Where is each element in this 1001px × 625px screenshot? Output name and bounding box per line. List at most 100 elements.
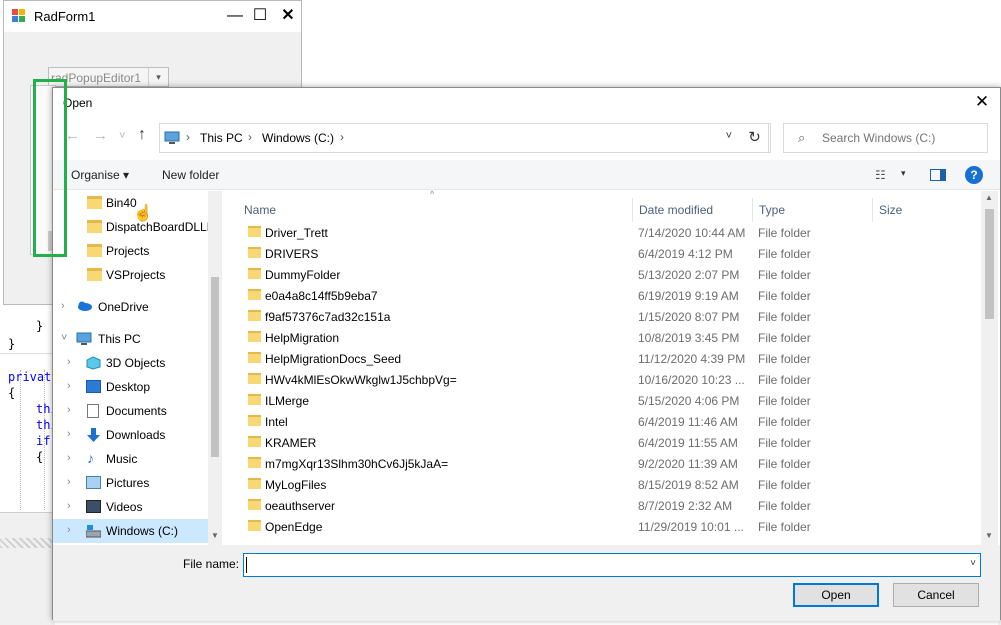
scroll-up-icon[interactable]: ▲ <box>985 193 993 202</box>
tree-item-this-pc[interactable]: ˅ This PC <box>53 327 208 351</box>
search-box[interactable]: ⌕ <box>783 123 988 153</box>
up-arrow-icon[interactable]: ↑ <box>138 126 146 144</box>
annotation-highlight-box <box>33 79 67 257</box>
scrollbar-thumb[interactable] <box>211 277 219 457</box>
file-row[interactable]: oeauthserver 8/7/2019 2:32 AM File folder <box>246 495 946 516</box>
cancel-button[interactable]: Cancel <box>893 583 979 607</box>
breadcrumb-separator[interactable]: › <box>340 130 344 144</box>
chevron-right-icon[interactable]: › <box>67 500 71 512</box>
file-type: File folder <box>758 247 811 261</box>
dropdown-arrow-icon[interactable]: ▾ <box>148 68 168 86</box>
chevron-right-icon[interactable]: › <box>67 356 71 368</box>
chevron-right-icon[interactable]: › <box>67 476 71 488</box>
scroll-down-icon[interactable]: ▼ <box>985 531 993 540</box>
folder-icon <box>248 394 261 405</box>
navigation-scrollbar[interactable]: ▼ <box>208 191 222 545</box>
tree-item-bin40[interactable]: Bin40 <box>53 191 208 215</box>
column-header-date[interactable]: Date modified <box>633 198 753 222</box>
organise-button[interactable]: Organise ▾ <box>71 168 129 182</box>
window-title: RadForm1 <box>34 9 96 24</box>
forward-arrow-icon[interactable]: → <box>93 127 108 144</box>
back-arrow-icon[interactable]: ← <box>65 127 80 144</box>
file-type: File folder <box>758 394 811 408</box>
chevron-right-icon[interactable]: › <box>67 428 71 440</box>
chevron-right-icon[interactable]: › <box>67 452 71 464</box>
file-row[interactable]: m7mgXqr13Slhm30hCv6Jj5kJaA= 9/2/2020 11:3… <box>246 453 946 474</box>
breadcrumb-separator[interactable]: › <box>248 130 252 144</box>
file-row[interactable]: DummyFolder 5/13/2020 2:07 PM File folder <box>246 264 946 285</box>
chevron-down-icon[interactable]: ˅ <box>61 332 67 344</box>
file-date: 1/15/2020 8:07 PM <box>638 310 740 324</box>
search-input[interactable] <box>822 131 982 145</box>
chevron-right-icon[interactable]: › <box>67 404 71 416</box>
tree-item-videos[interactable]: › Videos <box>53 495 208 519</box>
file-row[interactable]: HelpMigrationDocs_Seed 11/12/2020 4:39 PM… <box>246 348 946 369</box>
breadcrumb-this-pc[interactable]: This PC <box>200 131 243 145</box>
refresh-icon[interactable]: ↻ <box>739 123 771 153</box>
file-date: 8/15/2019 8:52 AM <box>638 478 739 492</box>
file-row[interactable]: HWv4kMlEsOkwWkglw1J5chbpVg= 10/16/2020 10… <box>246 369 946 390</box>
file-row[interactable]: KRAMER 6/4/2019 11:55 AM File folder <box>246 432 946 453</box>
folder-icon <box>87 244 102 257</box>
minimize-button[interactable]: — <box>223 5 247 27</box>
scrollbar-thumb[interactable] <box>985 209 994 319</box>
file-name: OpenEdge <box>265 520 323 534</box>
file-name-input[interactable] <box>246 557 956 573</box>
chevron-right-icon[interactable]: › <box>67 524 71 536</box>
folder-icon <box>248 499 261 510</box>
file-list-scrollbar[interactable]: ▲ ▼ <box>981 191 998 545</box>
file-row[interactable]: DRIVERS 6/4/2019 4:12 PM File folder <box>246 243 946 264</box>
ide-splitter[interactable] <box>0 538 55 548</box>
address-dropdown-icon[interactable]: ˅ <box>726 130 732 142</box>
file-row[interactable]: Intel 6/4/2019 11:46 AM File folder <box>246 411 946 432</box>
breadcrumb-separator[interactable]: › <box>186 130 190 144</box>
file-row[interactable]: MyLogFiles 8/15/2019 8:52 AM File folder <box>246 474 946 495</box>
tree-item-documents[interactable]: › Documents <box>53 399 208 423</box>
file-row[interactable]: HelpMigration 10/8/2019 3:45 PM File folde… <box>246 327 946 348</box>
radform-titlebar[interactable]: RadForm1 — ☐ ✕ <box>4 1 301 32</box>
dialog-close-button[interactable]: ✕ <box>969 91 995 113</box>
column-header-name[interactable]: Name <box>238 198 633 222</box>
address-bar[interactable]: › This PC › Windows (C:) › ˅ <box>159 123 769 153</box>
help-icon[interactable]: ? <box>965 166 983 184</box>
indent-guide <box>20 370 21 510</box>
file-type: File folder <box>758 310 811 324</box>
file-type: File folder <box>758 289 811 303</box>
tree-item-pictures[interactable]: › Pictures <box>53 471 208 495</box>
tree-item-music[interactable]: › ♪ Music <box>53 447 208 471</box>
view-options-caret[interactable]: ▾ <box>901 168 906 179</box>
file-name: Intel <box>265 415 288 429</box>
view-options-icon[interactable]: ☷ <box>875 168 886 182</box>
tree-item-downloads[interactable]: › Downloads <box>53 423 208 447</box>
tree-item-onedrive[interactable]: › OneDrive <box>53 295 208 319</box>
folder-icon <box>248 457 261 468</box>
file-type: File folder <box>758 352 811 366</box>
scroll-down-icon[interactable]: ▼ <box>211 531 219 540</box>
breadcrumb-windows-c[interactable]: Windows (C:) <box>262 131 334 145</box>
chevron-right-icon[interactable]: › <box>61 300 65 312</box>
column-header-type[interactable]: Type <box>753 198 873 222</box>
tree-item-3d-objects[interactable]: › 3D Objects <box>53 351 208 375</box>
open-button[interactable]: Open <box>793 583 879 607</box>
maximize-button[interactable]: ☐ <box>248 5 272 27</box>
tree-item-projects[interactable]: Projects <box>53 239 208 263</box>
file-row[interactable]: OpenEdge 11/29/2019 10:01 ... File folder <box>246 516 946 537</box>
tree-item-label: Documents <box>106 404 167 418</box>
tree-item-desktop[interactable]: › Desktop <box>53 375 208 399</box>
file-name-combobox[interactable]: ˅ <box>243 553 981 577</box>
column-header-size[interactable]: Size <box>873 198 953 222</box>
tree-item-dispatchboard[interactable]: DispatchBoardDLLNet <box>53 215 216 239</box>
file-row[interactable]: f9af57376c7ad32c151a 1/15/2020 8:07 PM Fil… <box>246 306 946 327</box>
file-date: 11/12/2020 4:39 PM <box>638 352 746 366</box>
file-row[interactable]: Driver_Trett 7/14/2020 10:44 AM File folde… <box>246 222 946 243</box>
close-button[interactable]: ✕ <box>276 5 300 27</box>
file-name-dropdown-icon[interactable]: ˅ <box>970 558 976 569</box>
preview-pane-icon[interactable] <box>930 169 946 181</box>
new-folder-button[interactable]: New folder <box>162 168 219 182</box>
tree-item-windows-c[interactable]: › Windows (C:) <box>53 519 208 543</box>
file-row[interactable]: ILMerge 5/15/2020 4:06 PM File folder <box>246 390 946 411</box>
tree-item-vsprojects[interactable]: VSProjects <box>53 263 208 287</box>
file-row[interactable]: e0a4a8c14ff5b9eba7 6/19/2019 9:19 AM File … <box>246 285 946 306</box>
recent-locations-icon[interactable]: ˅ <box>119 130 125 142</box>
chevron-right-icon[interactable]: › <box>67 380 71 392</box>
